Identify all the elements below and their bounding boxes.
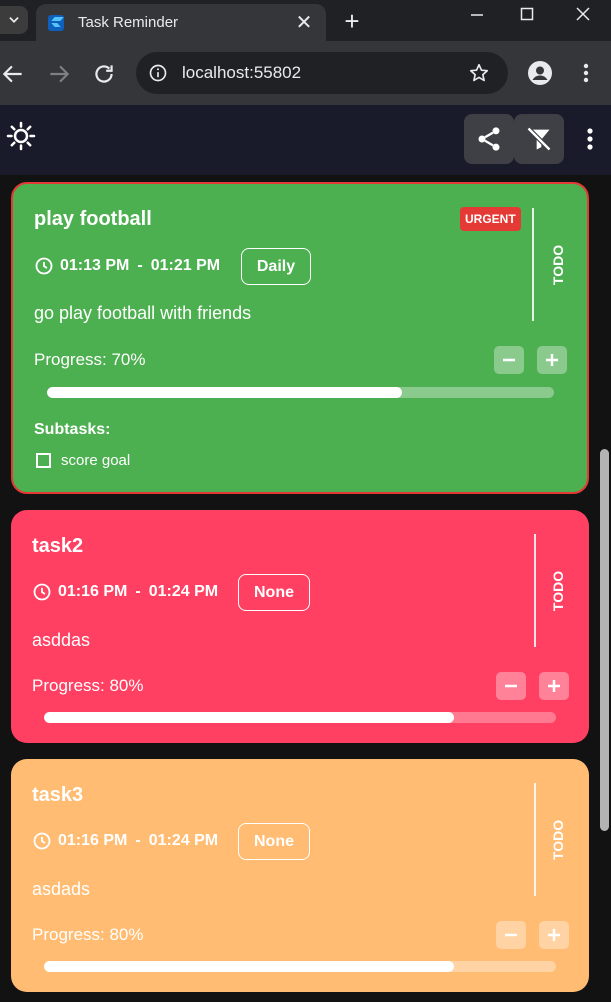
chevron-down-icon: [9, 17, 19, 23]
urgent-badge: URGENT: [460, 207, 521, 231]
task-description: asdads: [32, 879, 91, 899]
reload-icon: [95, 65, 113, 83]
repeat-chip[interactable]: None: [238, 574, 310, 611]
time-range: 01:16 PM - 01:24 PM: [32, 582, 218, 602]
task-title: play football: [34, 208, 152, 230]
task-title: task3: [32, 784, 84, 806]
browser-menu-icon[interactable]: [576, 61, 596, 85]
end-time: 01:24 PM: [148, 832, 219, 849]
task-card[interactable]: play football URGENT 01:13 PM - 01:21 PM…: [11, 182, 589, 494]
task-card[interactable]: task3 01:16 PM - 01:24 PM None TODO asda…: [11, 759, 589, 992]
maximize-icon: [520, 7, 534, 21]
increase-progress-button[interactable]: [539, 672, 569, 700]
status-divider: [534, 534, 536, 647]
arrow-right-icon: [50, 65, 70, 83]
time-range: 01:16 PM - 01:24 PM: [32, 831, 218, 851]
status-divider: [534, 783, 536, 896]
end-time: 01:24 PM: [148, 583, 219, 600]
bookmark-star-icon[interactable]: [468, 62, 490, 84]
back-button[interactable]: [0, 61, 26, 87]
maximize-button[interactable]: [512, 6, 542, 27]
clock-icon: [33, 583, 51, 601]
time-separator: -: [135, 832, 141, 849]
info-icon[interactable]: [148, 63, 168, 83]
plus-icon: [548, 929, 560, 941]
minus-icon: [503, 358, 515, 362]
more-vert-icon[interactable]: [580, 125, 600, 153]
subtask-label: score goal: [61, 452, 131, 469]
decrease-progress-button[interactable]: [496, 672, 526, 700]
repeat-chip[interactable]: Daily: [241, 248, 311, 285]
progress-label: Progress: 70%: [34, 350, 146, 369]
tab-search-button[interactable]: [0, 6, 28, 34]
status-label[interactable]: TODO: [550, 810, 566, 870]
filter-off-icon: [526, 126, 552, 152]
minus-icon: [505, 933, 517, 937]
progress-fill: [44, 712, 454, 723]
decrease-progress-button[interactable]: [494, 346, 524, 374]
clock-icon: [35, 257, 53, 275]
status-divider: [532, 208, 534, 321]
start-time: 01:13 PM: [60, 257, 130, 274]
task-card[interactable]: task2 01:16 PM - 01:24 PM None TODO asdd…: [11, 510, 589, 743]
increase-progress-button[interactable]: [539, 921, 569, 949]
close-icon: [576, 7, 590, 21]
decrease-progress-button[interactable]: [496, 921, 526, 949]
status-label[interactable]: TODO: [550, 235, 566, 295]
share-icon: [478, 127, 500, 151]
address-bar[interactable]: localhost:55802: [136, 52, 508, 94]
time-range: 01:13 PM - 01:21 PM: [34, 256, 220, 276]
progress-label: Progress: 80%: [32, 676, 144, 695]
browser-tabstrip: Task Reminder ✕ +: [0, 0, 611, 41]
progress-label: Progress: 80%: [32, 925, 144, 944]
increase-progress-button[interactable]: [537, 346, 567, 374]
profile-icon[interactable]: [528, 61, 552, 85]
scrollbar-thumb[interactable]: [600, 449, 609, 831]
share-button[interactable]: [464, 114, 514, 164]
arrow-left-icon: [2, 65, 22, 83]
browser-toolbar: localhost:55802: [0, 41, 611, 105]
address-url[interactable]: localhost:55802: [182, 63, 468, 83]
progress-fill: [44, 961, 454, 972]
subtasks-heading: Subtasks:: [34, 421, 111, 438]
browser-tab[interactable]: Task Reminder ✕: [36, 4, 326, 41]
window-close-button[interactable]: [568, 6, 598, 27]
plus-icon: [546, 354, 558, 366]
subtask-item[interactable]: score goal: [36, 452, 130, 469]
progress-bar: [44, 712, 556, 723]
flutter-favicon-icon: [48, 14, 64, 31]
subtask-checkbox[interactable]: [36, 453, 51, 468]
reload-button[interactable]: [91, 61, 117, 87]
progress-bar: [44, 961, 556, 972]
minimize-icon: [471, 14, 483, 16]
minimize-button[interactable]: [462, 6, 492, 27]
task-title: task2: [32, 535, 84, 557]
task-description: asddas: [32, 630, 91, 650]
minus-icon: [505, 684, 517, 688]
new-tab-button[interactable]: +: [340, 6, 364, 37]
repeat-chip[interactable]: None: [238, 823, 310, 860]
time-separator: -: [137, 257, 143, 274]
tab-close-button[interactable]: ✕: [290, 10, 318, 35]
task-description: go play football with friends: [34, 303, 252, 323]
start-time: 01:16 PM: [58, 583, 128, 600]
plus-icon: [548, 680, 560, 692]
forward-button[interactable]: [46, 61, 72, 87]
filter-off-button[interactable]: [514, 114, 564, 164]
task-list: play football URGENT 01:13 PM - 01:21 PM…: [0, 175, 611, 1002]
progress-fill: [47, 387, 402, 398]
start-time: 01:16 PM: [58, 832, 128, 849]
clock-icon: [33, 832, 51, 850]
status-label[interactable]: TODO: [550, 561, 566, 621]
app-bar: [0, 105, 611, 175]
progress-bar: [47, 387, 554, 398]
sun-icon[interactable]: [6, 121, 36, 151]
time-separator: -: [135, 583, 141, 600]
tab-title: Task Reminder: [78, 14, 179, 31]
end-time: 01:21 PM: [150, 257, 221, 274]
